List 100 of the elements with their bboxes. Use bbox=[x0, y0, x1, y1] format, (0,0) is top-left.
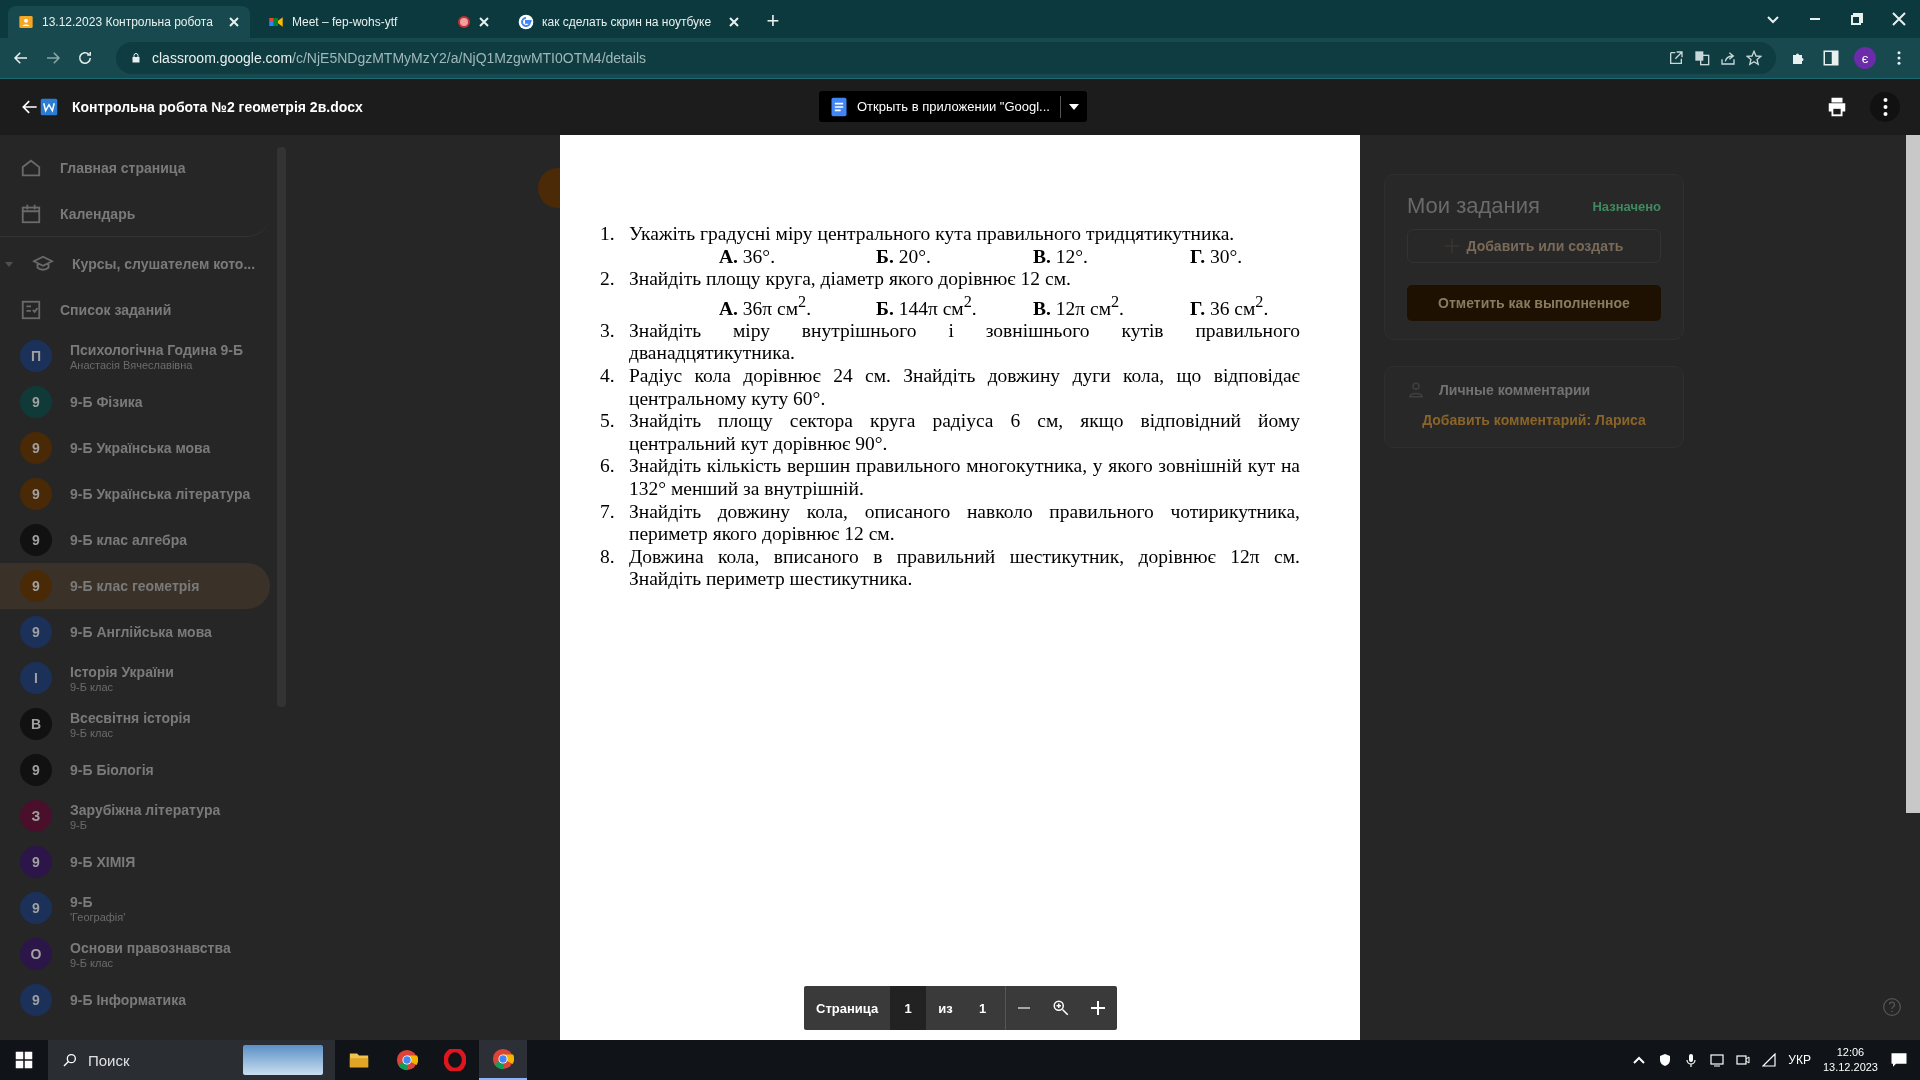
question-text: Радіус кола дорівнює 24 см. Знайдіть довжину дуги кола, що відповідає центральному куту 60°. bbox=[629, 365, 1300, 411]
of-label: из bbox=[937, 1000, 954, 1016]
page-number-field[interactable]: 1 bbox=[890, 986, 927, 1030]
side-panel-icon[interactable] bbox=[1822, 49, 1840, 67]
question-number: 5. bbox=[600, 410, 616, 434]
more-button[interactable] bbox=[1870, 92, 1900, 122]
sidebar-item[interactable]: 9 9-Б Фізика bbox=[0, 379, 270, 425]
docs-icon bbox=[829, 96, 849, 117]
question-number: 8. bbox=[600, 545, 616, 569]
camera-icon[interactable] bbox=[1736, 1053, 1751, 1067]
course-avatar: 9 bbox=[20, 478, 52, 510]
wifi-icon[interactable] bbox=[1762, 1053, 1777, 1067]
status-label: Назначено bbox=[1592, 198, 1661, 214]
mark-done-button[interactable]: Отметить как выполненное bbox=[1407, 285, 1661, 321]
question-text: Знайдіть площу сектора круга радіуса 6 см, якщо відповідний йому центральний кут дорівнює 90°. bbox=[629, 410, 1300, 456]
answer-option: А. 36°. bbox=[719, 245, 876, 269]
notifications-icon[interactable] bbox=[1890, 1051, 1908, 1069]
classroom-icon bbox=[18, 14, 34, 30]
course-avatar: З bbox=[20, 800, 52, 832]
close-icon[interactable] bbox=[728, 16, 740, 28]
microphone-icon[interactable] bbox=[1684, 1053, 1699, 1067]
sidebar-item[interactable]: 9 9-Б Українська література bbox=[0, 471, 270, 517]
language-indicator[interactable]: УКР bbox=[1788, 1053, 1811, 1067]
back-arrow-icon[interactable] bbox=[12, 49, 30, 67]
course-avatar: О bbox=[20, 938, 52, 970]
star-icon[interactable] bbox=[1746, 50, 1762, 66]
clock-time[interactable]: 12:06 bbox=[1836, 1045, 1865, 1060]
course-avatar: В bbox=[20, 708, 52, 740]
close-icon[interactable] bbox=[478, 16, 490, 28]
translate-icon[interactable] bbox=[1694, 50, 1710, 66]
clock-date[interactable]: 13.12.2023 bbox=[1822, 1060, 1878, 1075]
forward-arrow-icon[interactable] bbox=[44, 49, 62, 67]
sidebar-item[interactable]: Календарь bbox=[0, 191, 270, 237]
sidebar-item[interactable]: З Зарубіжна література 9-Б bbox=[0, 793, 270, 839]
sidebar-item[interactable]: 9 9-Б Англійська мова bbox=[0, 609, 270, 655]
browser-tab[interactable]: 13.12.2023 Контрольна робота bbox=[8, 6, 250, 38]
home-icon bbox=[20, 157, 42, 179]
question-text: Знайдіть довжину кола, описаного навколо правильного чотирикутника, периметр якого дорівнює 12 см. bbox=[629, 500, 1300, 546]
new-tab-button[interactable]: + bbox=[758, 6, 788, 36]
close-icon[interactable] bbox=[228, 16, 240, 28]
page-count: 1 bbox=[978, 1000, 988, 1016]
shield-icon[interactable] bbox=[1658, 1053, 1673, 1067]
close-icon[interactable] bbox=[1892, 12, 1906, 26]
chrome-button[interactable] bbox=[479, 1040, 527, 1080]
browser-tab[interactable]: Meet – fep-wohs-ytf bbox=[258, 6, 500, 38]
google-icon bbox=[518, 14, 534, 30]
sidebar-item[interactable]: В Всесвітня історія 9-Б клас bbox=[0, 701, 270, 747]
recording-icon bbox=[458, 16, 470, 28]
plus-icon bbox=[1091, 1001, 1106, 1015]
sidebar-item[interactable]: Главная страница bbox=[0, 145, 270, 191]
more-icon bbox=[1882, 98, 1888, 116]
question-number: 6. bbox=[600, 455, 616, 479]
restore-icon[interactable] bbox=[1850, 12, 1864, 26]
screen-icon[interactable] bbox=[1710, 1053, 1725, 1067]
reload-icon[interactable] bbox=[76, 49, 94, 67]
course-avatar: І bbox=[20, 662, 52, 694]
lock-icon bbox=[130, 52, 142, 64]
course-avatar: 9 bbox=[20, 754, 52, 786]
course-avatar: П bbox=[20, 340, 52, 372]
course-avatar: 9 bbox=[20, 846, 52, 878]
course-avatar: 9 bbox=[20, 570, 52, 602]
open-external-icon[interactable] bbox=[1668, 50, 1684, 66]
sidebar-item[interactable]: 9 9-Б ХІМІЯ bbox=[0, 839, 270, 885]
file-name: Контрольна робота №2 геометрія 2в.docx bbox=[72, 99, 363, 115]
question-number: 2. bbox=[600, 268, 616, 291]
windows-icon[interactable] bbox=[15, 1051, 33, 1069]
course-avatar: 9 bbox=[20, 892, 52, 924]
sidebar-item[interactable]: Курсы, слушателем кото... bbox=[0, 241, 270, 287]
profile-avatar[interactable]: є bbox=[1854, 47, 1876, 69]
print-icon[interactable] bbox=[1826, 96, 1848, 118]
video-camera-icon bbox=[268, 14, 284, 30]
sidebar-item[interactable]: П Психологічна Година 9-Б Анастасія Вячеславівна bbox=[0, 333, 270, 379]
sidebar-item[interactable]: 9 9-Б Інформатика bbox=[0, 977, 270, 1023]
sidebar-item[interactable]: 9 9-Б Біологія bbox=[0, 747, 270, 793]
comments-title: Личные комментарии bbox=[1439, 382, 1591, 398]
course-avatar: 9 bbox=[20, 984, 52, 1016]
word-document-icon bbox=[40, 98, 58, 116]
card-title: Мои задания bbox=[1407, 193, 1540, 219]
question-text: Знайдіть кількість вершин правильного многокутника, у якого зовнішній кут на 132° менший за внутрішній. bbox=[629, 455, 1300, 501]
course-avatar: 9 bbox=[20, 432, 52, 464]
question-number: 1. bbox=[600, 223, 616, 246]
chrome-icon bbox=[396, 1049, 418, 1071]
address-bar[interactable]: classroom.google.com/c/NjE5NDgzMTMyMzY2/a/NjQ1MzgwMTI0OTM4/details bbox=[116, 42, 1776, 74]
checklist-icon bbox=[20, 299, 42, 321]
answer-option: Г. 36 см$^{2}$. bbox=[1190, 290, 1347, 320]
answer-option: Б. 144π см$^{2}$. bbox=[876, 290, 1033, 320]
sidebar-item[interactable]: 9 9-Б 'Географія' bbox=[0, 885, 270, 931]
sidebar-item[interactable]: Список заданий bbox=[0, 287, 270, 333]
sidebar-item[interactable]: І Історія України 9-Б клас bbox=[0, 655, 270, 701]
share-icon[interactable] bbox=[1720, 50, 1736, 66]
sidebar-item[interactable]: 9 9-Б Українська мова bbox=[0, 425, 270, 471]
browser-tab[interactable]: как сделать скрин на ноутбуке bbox=[508, 6, 750, 38]
course-avatar: 9 bbox=[20, 616, 52, 648]
scrollbar[interactable] bbox=[1906, 135, 1920, 813]
calendar-icon bbox=[20, 202, 42, 225]
sidebar-item[interactable]: 9 9-Б клас алгебра bbox=[0, 517, 270, 563]
sidebar-item[interactable]: О Основи правознавства 9-Б клас bbox=[0, 931, 270, 977]
sidebar-item[interactable]: 9 9-Б клас геометрія bbox=[0, 563, 270, 609]
search-field[interactable]: Поиск bbox=[48, 1040, 335, 1080]
question-number: 3. bbox=[600, 319, 616, 343]
